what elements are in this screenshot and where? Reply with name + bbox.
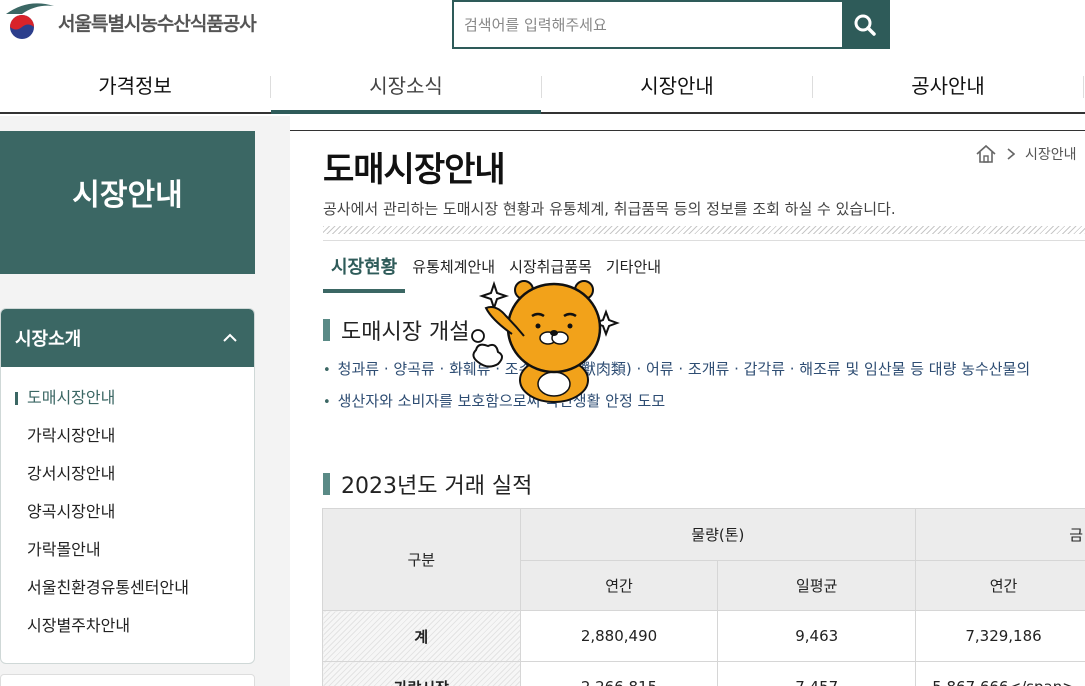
table-header-volume: 물량(톤) bbox=[519, 508, 917, 561]
dotted-divider bbox=[323, 226, 1085, 234]
logo-text: 서울특별시농수산식품공사 bbox=[58, 12, 257, 35]
section-title-trade: 2023년도 거래 실적 bbox=[323, 468, 532, 500]
gnb-item-market-guide[interactable]: 시장안내 bbox=[542, 62, 812, 112]
table-row-header: 가락시장 bbox=[322, 661, 521, 686]
sidebar-menu: 시장소개 도매시장안내 가락시장안내 강서시장안내 양곡시장안내 가락몰안내 서… bbox=[0, 308, 255, 664]
table-row: 계 2,880,490 9,463 7,329,186 bbox=[322, 610, 1085, 662]
breadcrumb: 시장안내 bbox=[975, 144, 1077, 164]
sidebar-item-wholesale-market[interactable]: 도매시장안내 bbox=[1, 387, 254, 425]
sidebar-title: 시장안내 bbox=[0, 131, 255, 274]
section-bar bbox=[323, 473, 330, 495]
sidebar-item-gangseo-market[interactable]: 강서시장안내 bbox=[1, 463, 254, 501]
table-header-category: 구분 bbox=[322, 508, 521, 611]
search-icon bbox=[854, 14, 876, 36]
sidebar-group-toggle[interactable]: 시장소개 bbox=[1, 309, 254, 367]
chevron-right-icon bbox=[1007, 148, 1015, 160]
sidebar-item-eco-center[interactable]: 서울친환경유통센터안내 bbox=[1, 577, 254, 615]
bullet-item: 청과류 · 양곡류 · 화훼류 · 조수육류(鳥獸肉類) · 어류 · 조개류 … bbox=[323, 359, 1030, 391]
table-header-amount: 금 bbox=[915, 508, 1085, 561]
home-icon[interactable] bbox=[975, 144, 997, 164]
gnb-divider bbox=[1083, 76, 1084, 98]
sidebar-list: 도매시장안내 가락시장안내 강서시장안내 양곡시장안내 가락몰안내 서울친환경유… bbox=[1, 367, 254, 653]
sidebar-item-grain-market[interactable]: 양곡시장안내 bbox=[1, 501, 254, 539]
site-logo[interactable]: 서울특별시농수산식품공사 bbox=[0, 0, 257, 44]
bullet-item: 생산자와 소비자를 보호함으로써 국민생활 안정 도모 bbox=[323, 391, 1030, 423]
gnb-item-price-info[interactable]: 가격정보 bbox=[0, 62, 270, 112]
search-button[interactable] bbox=[842, 2, 888, 47]
sidebar-group-title: 시장소개 bbox=[15, 329, 82, 350]
section-title-text: 2023년도 거래 실적 bbox=[341, 474, 533, 499]
table-subheader-annual2: 연간 bbox=[915, 560, 1085, 611]
section-bar bbox=[323, 319, 330, 341]
table-cell: 7,457 bbox=[717, 661, 917, 686]
section-title-opening: 도매시장 개설 bbox=[323, 314, 469, 346]
bullet-list: 청과류 · 양곡류 · 화훼류 · 조수육류(鳥獸肉類) · 어류 · 조개류 … bbox=[323, 359, 1030, 423]
tab-market-status[interactable]: 시장현황 bbox=[323, 249, 406, 293]
sidebar-next-box bbox=[0, 674, 255, 686]
sidebar-item-garak-mall[interactable]: 가락몰안내 bbox=[1, 539, 254, 577]
table-cell: 7,329,186 bbox=[915, 610, 1085, 662]
breadcrumb-current[interactable]: 시장안내 bbox=[1025, 144, 1077, 164]
table-subheader-annual: 연간 bbox=[519, 560, 719, 611]
logo-emblem-icon bbox=[0, 0, 56, 44]
gnb-item-corp-guide[interactable]: 공사안내 bbox=[813, 62, 1083, 112]
chevron-up-icon bbox=[223, 333, 237, 342]
tabs-top-border bbox=[323, 240, 1085, 241]
sidebar-item-parking[interactable]: 시장별주차안내 bbox=[1, 615, 254, 653]
table-cell: 2,266,815 bbox=[519, 661, 719, 686]
character-sticker-image bbox=[466, 276, 626, 406]
content-top-border bbox=[290, 130, 1085, 131]
main-content: 도매시장안내 시장안내 공사에서 관리하는 도매시장 현황과 유통체계, 취급품… bbox=[290, 116, 1085, 686]
table-row-header: 계 bbox=[322, 610, 521, 662]
gnb-item-market-news[interactable]: 시장소식 bbox=[271, 62, 541, 114]
table-subheader-daily: 일평균 bbox=[717, 560, 917, 611]
trade-table: 구분 물량(톤) 금 연간 일평균 연간 계 2,880,490 9,463 7… bbox=[322, 508, 1085, 686]
search-bar bbox=[452, 0, 890, 49]
table-cell: 9,463 bbox=[717, 610, 917, 662]
page-title: 도매시장안내 bbox=[323, 150, 506, 190]
main-navigation: 가격정보 시장소식 시장안내 공사안내 bbox=[0, 62, 1085, 114]
search-input[interactable] bbox=[454, 2, 842, 47]
page-description: 공사에서 관리하는 도매시장 현황과 유통체계, 취급품목 등의 정보를 조회 … bbox=[323, 200, 896, 218]
sidebar-item-garak-market[interactable]: 가락시장안내 bbox=[1, 425, 254, 463]
table-cell: 2,880,490 bbox=[519, 610, 719, 662]
table-row: 가락시장 2,266,815 7,457 5,867,666</span> bbox=[322, 661, 1085, 686]
table-cell: 5,867,666</span> bbox=[915, 661, 1085, 686]
section-title-text: 도매시장 개설 bbox=[341, 320, 470, 345]
